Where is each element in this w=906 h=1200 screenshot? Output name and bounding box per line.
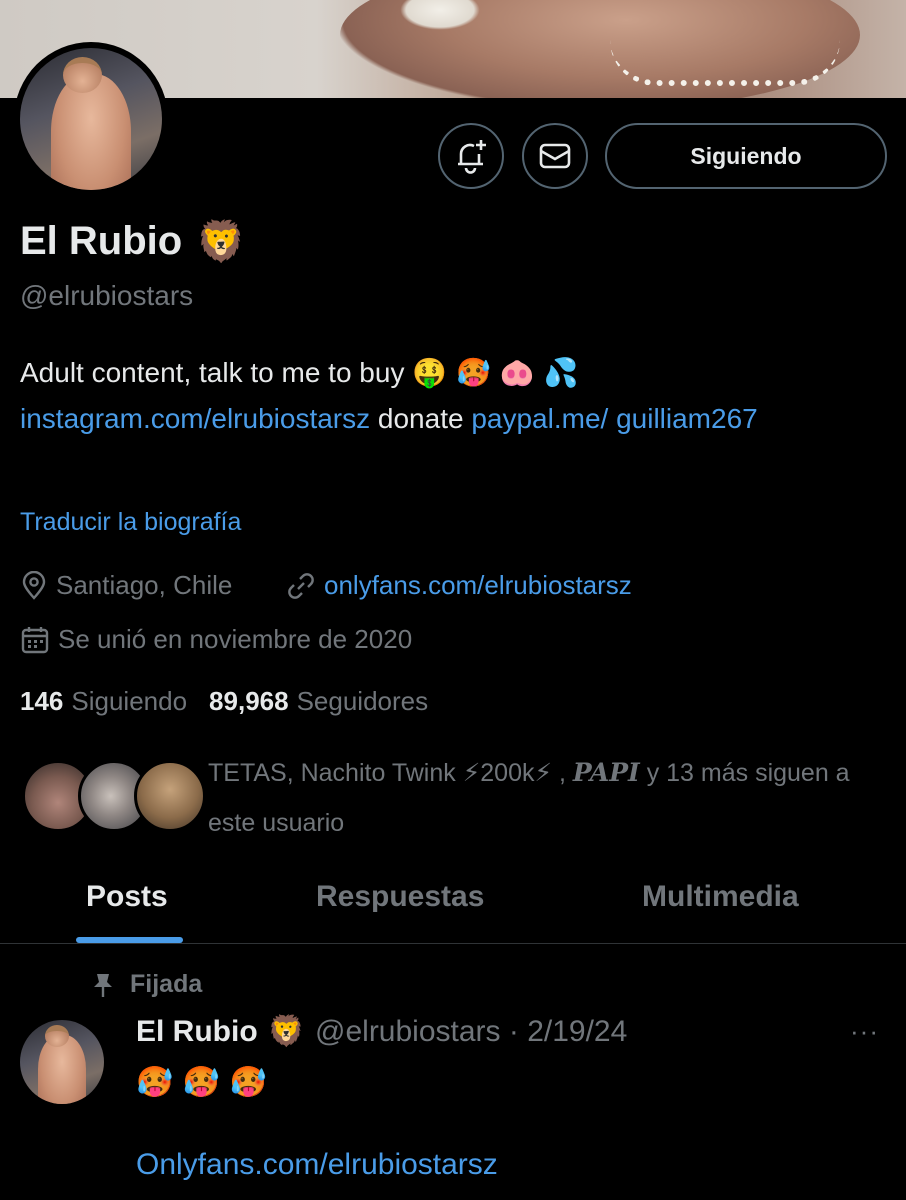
envelope-icon bbox=[539, 143, 571, 169]
followed-by-text[interactable]: TETAS, Nachito Twink ⚡200k⚡ , PAPI y 13 … bbox=[208, 748, 888, 848]
bell-plus-icon bbox=[458, 140, 486, 174]
tab-posts[interactable]: Posts bbox=[86, 880, 168, 914]
banner-pearl-necklace bbox=[610, 40, 840, 86]
location-pin-icon bbox=[20, 570, 48, 601]
tweet-avatar-image bbox=[20, 1020, 104, 1104]
profile-bio: Adult content, talk to me to buy 🤑 🥵 🐽 💦… bbox=[20, 350, 880, 442]
pin-icon bbox=[94, 973, 112, 997]
tab-replies[interactable]: Respuestas bbox=[316, 880, 484, 914]
profile-avatar[interactable] bbox=[14, 42, 168, 196]
profile-handle: @elrubiostars bbox=[20, 280, 194, 311]
profile-website[interactable]: onlyfans.com/elrubiostarsz bbox=[286, 570, 632, 601]
following-count: 146 bbox=[20, 686, 64, 716]
following-stat[interactable]: 146 Siguiendo bbox=[20, 686, 187, 717]
followed-by-names: TETAS, Nachito Twink ⚡200k⚡ , bbox=[208, 759, 573, 787]
bio-donate-text: donate bbox=[370, 403, 472, 434]
profile-avatar-image bbox=[20, 48, 162, 190]
active-tab-indicator bbox=[76, 937, 183, 943]
more-options-icon[interactable]: ··· bbox=[850, 1016, 879, 1047]
profile-tabs: Posts Respuestas Multimedia bbox=[0, 860, 906, 944]
join-date-text: Se unió en noviembre de 2020 bbox=[58, 624, 413, 654]
tweet-text: 🥵 🥵 🥵 bbox=[136, 1065, 268, 1100]
follower-avatar bbox=[134, 760, 206, 832]
followed-by-avatars[interactable] bbox=[22, 760, 206, 832]
pinned-label: Fijada bbox=[130, 970, 203, 998]
following-button[interactable]: Siguiendo bbox=[605, 123, 887, 189]
tweet-link[interactable]: Onlyfans.com/elrubiostarsz bbox=[136, 1148, 498, 1182]
website-link[interactable]: onlyfans.com/elrubiostarsz bbox=[324, 570, 632, 601]
profile-name-text: El Rubio bbox=[20, 219, 183, 263]
tweet-author-name[interactable]: El Rubio bbox=[136, 1015, 258, 1049]
calendar-icon bbox=[20, 625, 50, 655]
avatar-head-shape bbox=[45, 1025, 69, 1047]
lion-emoji: 🦁 bbox=[196, 219, 247, 265]
followers-stat[interactable]: 89,968 Seguidores bbox=[209, 686, 428, 717]
pinned-indicator: Fijada bbox=[92, 970, 202, 999]
tweet-author-avatar[interactable] bbox=[20, 1020, 104, 1104]
translate-bio-link[interactable]: Traducir la biografía bbox=[20, 508, 241, 537]
message-button[interactable] bbox=[522, 123, 588, 189]
link-icon bbox=[286, 571, 316, 601]
tweet-handle-date[interactable]: @elrubiostars · 2/19/24 bbox=[315, 1015, 627, 1049]
tab-media[interactable]: Multimedia bbox=[642, 880, 799, 914]
profile-join-date: Se unió en noviembre de 2020 bbox=[20, 624, 412, 655]
followed-by-papi: PAPI bbox=[572, 758, 640, 787]
followers-label: Seguidores bbox=[296, 686, 429, 716]
lion-emoji: 🦁 bbox=[267, 1014, 306, 1049]
notifications-button[interactable] bbox=[438, 123, 504, 189]
profile-name: El Rubio 🦁 bbox=[20, 218, 246, 265]
location-text: Santiago, Chile bbox=[56, 570, 233, 600]
bio-text: Adult content, talk to me to buy bbox=[20, 357, 413, 388]
profile-stats: 146 Siguiendo 89,968 Seguidores bbox=[20, 686, 428, 717]
profile-location: Santiago, Chile bbox=[20, 570, 232, 601]
bio-instagram-link[interactable]: instagram.com/elrubiostarsz bbox=[20, 403, 370, 434]
following-label: Siguiendo bbox=[71, 686, 188, 716]
tweet-header: El Rubio 🦁 @elrubiostars · 2/19/24 bbox=[136, 1014, 627, 1049]
bio-paypal-link[interactable]: paypal.me/ guilliam267 bbox=[471, 403, 757, 434]
bio-emojis: 🤑 🥵 🐽 💦 bbox=[412, 356, 579, 389]
followers-count: 89,968 bbox=[209, 686, 289, 716]
